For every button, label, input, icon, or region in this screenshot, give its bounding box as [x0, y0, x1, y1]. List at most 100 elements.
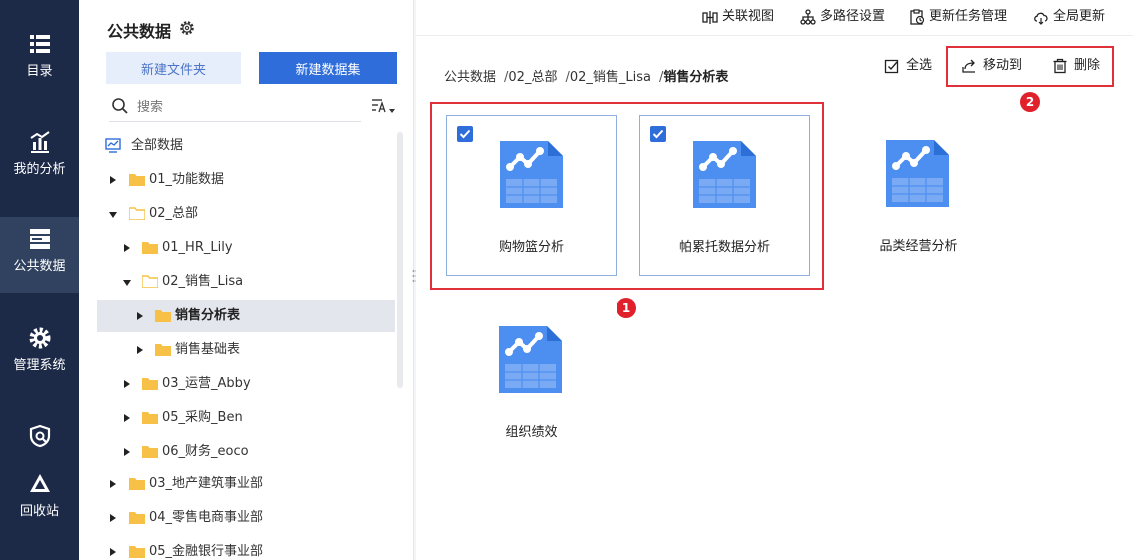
shield-icon [29, 424, 50, 448]
nav-item-public-data[interactable]: 公共数据 [0, 217, 79, 293]
tree-item-folder[interactable]: 03_运营_Abby [97, 368, 395, 400]
expand-caret-icon[interactable] [124, 380, 130, 388]
left-nav: 目录 我的分析 公共数据 管理系统 回收站 [0, 0, 79, 560]
monitor-icon [105, 138, 121, 153]
dataset-name: 购物篮分析 [498, 240, 564, 255]
breadcrumb-current: 销售分析表 [663, 70, 729, 85]
tree-item-folder[interactable]: 02_总部 [97, 198, 395, 230]
recycle-icon [29, 474, 50, 492]
nav-label-catalog: 目录 [26, 64, 53, 79]
expand-caret-icon[interactable] [110, 176, 116, 184]
folder-icon [155, 344, 171, 356]
tree-item-folder[interactable]: 01_功能数据 [97, 164, 395, 196]
nav-item-recycle[interactable]: 回收站 [0, 462, 79, 538]
folder-open-icon [142, 275, 158, 288]
nav-item-catalog[interactable]: 目录 [0, 22, 79, 98]
check-icon [652, 129, 664, 139]
breadcrumb-link[interactable]: 02_总部 [508, 70, 557, 85]
gear-icon [29, 327, 50, 349]
tree-item-label: 02_销售_Lisa [162, 274, 244, 289]
tree-item-folder[interactable]: 06_财务_eoco [97, 436, 395, 468]
nav-label-public-data: 公共数据 [13, 259, 66, 274]
breadcrumb-link[interactable]: 公共数据 [444, 70, 496, 85]
folder-icon [129, 174, 145, 186]
nav-item-admin[interactable]: 管理系统 [0, 316, 79, 392]
nav-label-my-analysis: 我的分析 [13, 162, 66, 177]
settings-icon[interactable] [179, 20, 195, 36]
card-checkbox[interactable] [457, 126, 473, 142]
breadcrumb: 公共数据/02_总部/02_销售_Lisa/销售分析表 [444, 66, 728, 85]
multi-path-label: 多路径设置 [820, 9, 886, 24]
highlight-actions-box [946, 46, 1114, 87]
tree-item-label: 03_地产建筑事业部 [149, 476, 264, 491]
new-folder-button[interactable]: 新建文件夹 [106, 52, 241, 84]
folder-tree-panel: 公共数据 新建文件夹 新建数据集 搜索 全部数据 01_功能数据 02_总部 0… [79, 0, 414, 560]
expand-caret-icon[interactable] [110, 514, 116, 522]
breadcrumb-link[interactable]: 02_销售_Lisa [570, 70, 651, 85]
tree-item-label: 02_总部 [149, 206, 199, 221]
cloud-refresh-icon [1034, 12, 1048, 25]
dataset-card[interactable]: 品类经营分析 [833, 115, 1004, 276]
tree-item-label: 03_运营_Abby [162, 376, 251, 391]
related-view-icon [702, 11, 718, 24]
panel-title: 公共数据 [107, 22, 172, 41]
tree-item-folder-selected[interactable]: 销售分析表 [97, 300, 395, 332]
hierarchy-icon [800, 9, 816, 25]
tree-item-label: 04_零售电商事业部 [149, 510, 264, 525]
collapse-caret-icon[interactable] [123, 280, 131, 286]
multi-path-button[interactable]: 多路径设置 [800, 9, 896, 27]
dataset-file-icon [500, 141, 563, 208]
folder-icon [142, 378, 158, 390]
global-update-label: 全局更新 [1053, 9, 1106, 24]
dataset-card[interactable]: 帕累托数据分析 [639, 115, 810, 276]
folder-icon [129, 512, 145, 524]
step-badge-1: 1 [616, 298, 636, 318]
dataset-file-icon [693, 141, 756, 208]
tree-scrollbar[interactable] [397, 132, 403, 388]
expand-caret-icon[interactable] [110, 548, 116, 556]
tree-item-folder[interactable]: 03_地产建筑事业部 [97, 468, 395, 500]
nav-item-my-analysis[interactable]: 我的分析 [0, 120, 79, 196]
global-update-button[interactable]: 全局更新 [1033, 9, 1113, 27]
tree-item-folder[interactable]: 05_采购_Ben [97, 402, 395, 434]
main-content: 关联视图 多路径设置 更新任务管理 全局更新 公共数据 /02_总部 /02_销… [416, 0, 1133, 560]
nav-label-recycle: 回收站 [19, 504, 59, 519]
expand-caret-icon[interactable] [124, 414, 130, 422]
search-input[interactable] [137, 96, 337, 116]
tree-item-folder[interactable]: 销售基础表 [97, 334, 395, 366]
clipboard-clock-icon [910, 9, 925, 25]
tree-item-label: 05_采购_Ben [162, 410, 243, 425]
search-box [109, 92, 361, 122]
list-icon [29, 35, 50, 53]
related-view-button[interactable]: 关联视图 [702, 9, 784, 27]
tree-item-all-data[interactable]: 全部数据 [97, 130, 395, 162]
tree-item-folder[interactable]: 04_零售电商事业部 [97, 502, 395, 534]
chart-icon [29, 131, 50, 153]
tree-item-folder[interactable]: 02_销售_Lisa [97, 266, 395, 298]
card-checkbox[interactable] [650, 126, 666, 142]
update-tasks-button[interactable]: 更新任务管理 [909, 9, 1017, 27]
tree-item-label: 06_财务_eoco [162, 444, 249, 459]
dataset-file-icon [499, 326, 562, 393]
dataset-name: 组织绩效 [505, 425, 558, 440]
collapse-caret-icon[interactable] [109, 212, 117, 218]
tree-item-folder[interactable]: 05_金融银行事业部 [97, 536, 395, 560]
expand-caret-icon[interactable] [137, 312, 143, 320]
top-toolbar: 关联视图 多路径设置 更新任务管理 全局更新 [416, 0, 1133, 36]
expand-caret-icon[interactable] [124, 448, 130, 456]
dataset-card[interactable]: 购物篮分析 [446, 115, 617, 276]
tree-item-folder[interactable]: 01_HR_Lily [97, 232, 395, 264]
tree-item-label: 05_金融银行事业部 [149, 544, 264, 559]
folder-icon [142, 242, 158, 254]
new-dataset-button[interactable]: 新建数据集 [259, 52, 397, 84]
dataset-card[interactable]: 组织绩效 [446, 301, 617, 462]
sort-icon[interactable] [370, 97, 398, 117]
expand-caret-icon[interactable] [137, 346, 143, 354]
select-all-button[interactable]: 全选 [884, 57, 944, 75]
folder-icon [129, 546, 145, 558]
expand-caret-icon[interactable] [110, 480, 116, 488]
related-view-label: 关联视图 [722, 9, 775, 24]
expand-caret-icon[interactable] [124, 244, 130, 252]
dataset-file-icon [886, 140, 949, 207]
folder-icon [129, 478, 145, 490]
